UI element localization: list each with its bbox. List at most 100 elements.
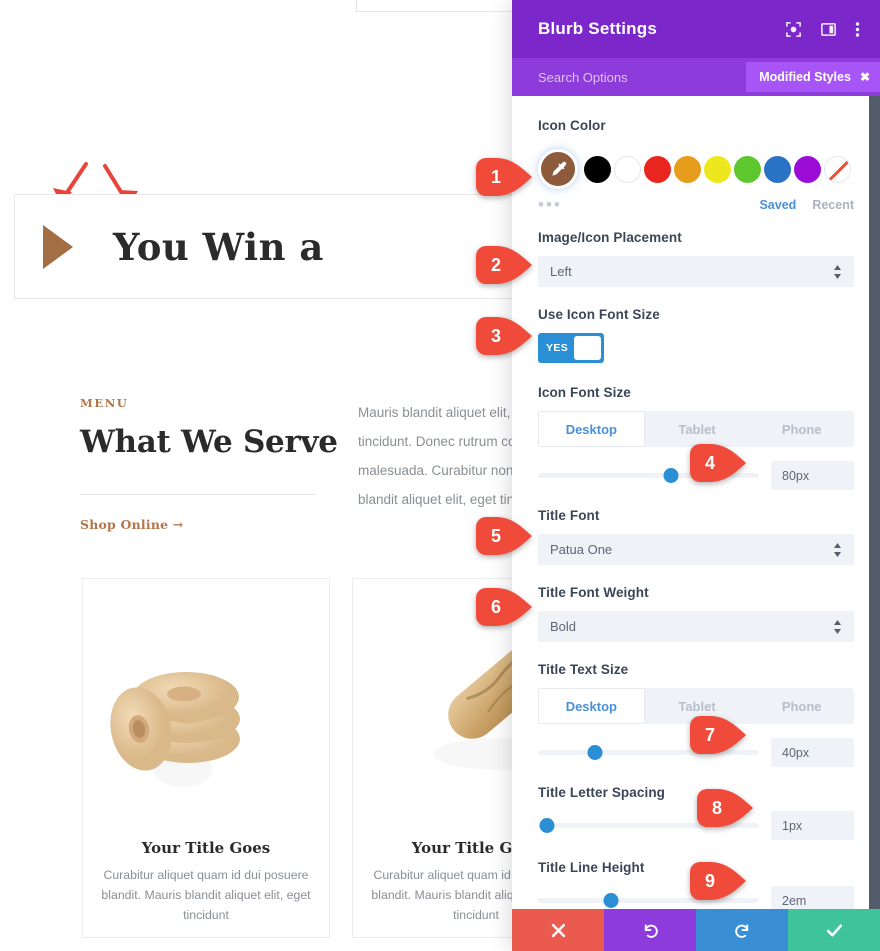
placement-select[interactable]: Left <box>538 256 854 287</box>
slider-knob[interactable] <box>539 818 555 833</box>
panel-title: Blurb Settings <box>538 19 657 38</box>
saved-colors-tab[interactable]: Saved <box>759 198 796 212</box>
field-label: Title Font <box>538 508 600 523</box>
callout-number: 7 <box>704 724 715 745</box>
slider-knob[interactable] <box>663 468 679 483</box>
placement-value: Left <box>550 264 572 279</box>
close-icon <box>551 923 565 937</box>
more-colors-icon[interactable]: ••• <box>538 196 562 213</box>
field-label: Title Text Size <box>538 662 629 677</box>
panel-body: Icon Color ••• Saved Recent Image/Icon P… <box>512 96 880 909</box>
undo-button[interactable] <box>604 909 696 951</box>
title-font-weight-value: Bold <box>550 619 577 634</box>
menu-eyebrow: MENU <box>80 396 129 410</box>
callout-pin-3: 3 <box>476 317 534 355</box>
bagels-photo <box>83 579 329 829</box>
card-description: Curabitur aliquet quam id dui posuere bl… <box>101 868 311 922</box>
callout-number: 6 <box>490 596 501 617</box>
toggle-knob <box>574 336 601 360</box>
callout-pin-4: 4 <box>690 444 748 482</box>
panel-scrollbar[interactable] <box>869 96 880 909</box>
palette-subrow: ••• Saved Recent <box>538 196 854 213</box>
color-swatch-green[interactable] <box>734 155 761 183</box>
use-icon-font-size-toggle[interactable]: YES <box>538 333 604 363</box>
redo-button[interactable] <box>696 909 788 951</box>
close-icon[interactable]: ✖ <box>860 70 870 84</box>
field-label: Use Icon Font Size <box>538 307 660 322</box>
slider-knob[interactable] <box>603 893 619 908</box>
panel-search-bar: Search Options Modified Styles ✖ <box>512 58 880 96</box>
blurb-title-preview: You Win a <box>113 224 324 269</box>
expand-icon[interactable] <box>785 21 802 38</box>
title-line-height-value[interactable]: 2em <box>771 886 854 909</box>
search-input[interactable]: Search Options <box>538 70 746 85</box>
callout-pin-6: 6 <box>476 588 534 626</box>
tab-tablet[interactable]: Tablet <box>645 411 750 447</box>
color-swatch-red[interactable] <box>644 155 671 183</box>
panel-header: Blurb Settings <box>512 0 880 58</box>
field-label: Icon Font Size <box>538 385 631 400</box>
card-title: Your Title Goes <box>141 839 271 857</box>
chevron-updown-icon <box>833 619 842 634</box>
more-vertical-icon[interactable] <box>855 21 860 38</box>
title-font-weight-select[interactable]: Bold <box>538 611 854 642</box>
field-title-letter-spacing: Title Letter Spacing 1px <box>538 785 854 840</box>
undo-icon <box>644 923 658 938</box>
color-swatch-yellow[interactable] <box>704 155 731 183</box>
callout-number: 8 <box>711 797 722 818</box>
color-swatch-blue[interactable] <box>764 155 791 183</box>
active-color-swatch[interactable] <box>538 149 578 189</box>
field-label: Icon Color <box>538 118 606 133</box>
product-card: Your Title Goes Curabitur aliquet quam i… <box>82 578 330 938</box>
triangle-play-icon <box>43 224 73 269</box>
tab-desktop[interactable]: Desktop <box>538 411 645 447</box>
slider-knob[interactable] <box>587 745 603 760</box>
color-swatch-orange[interactable] <box>674 155 701 183</box>
color-swatch-white[interactable] <box>614 155 641 183</box>
modified-styles-label: Modified Styles <box>759 70 851 84</box>
redo-icon <box>734 923 748 938</box>
layout-icon[interactable] <box>820 21 837 38</box>
field-icon-color: Icon Color ••• Saved Recent <box>538 118 854 213</box>
title-font-select[interactable]: Patua One <box>538 534 854 565</box>
chevron-updown-icon <box>833 264 842 279</box>
title-font-value: Patua One <box>550 542 613 557</box>
eyedropper-icon <box>551 161 566 176</box>
callout-pin-5: 5 <box>476 517 534 555</box>
callout-number: 9 <box>704 870 715 891</box>
callout-pin-9: 9 <box>690 862 748 900</box>
shop-online-link[interactable]: Shop Online → <box>80 517 345 532</box>
cancel-button[interactable] <box>512 909 604 951</box>
screenshot-root: You Win a MENU What We Serve Shop Online… <box>0 0 880 951</box>
tab-phone[interactable]: Phone <box>749 411 854 447</box>
field-title-font: Title Font Patua One <box>538 508 854 565</box>
callout-number: 4 <box>704 452 715 473</box>
callout-number: 5 <box>490 525 501 546</box>
toggle-label: YES <box>546 342 569 354</box>
field-title-font-weight: Title Font Weight Bold <box>538 585 854 642</box>
title-letter-spacing-slider-row: 1px <box>538 811 854 840</box>
title-text-size-value[interactable]: 40px <box>771 738 854 767</box>
field-image-icon-placement: Image/Icon Placement Left <box>538 230 854 287</box>
title-letter-spacing-value[interactable]: 1px <box>771 811 854 840</box>
callout-pin-1: 1 <box>476 158 534 196</box>
field-label: Title Letter Spacing <box>538 785 666 800</box>
callout-pin-8: 8 <box>697 789 755 827</box>
callout-number: 3 <box>490 325 501 346</box>
tab-desktop[interactable]: Desktop <box>538 688 645 724</box>
tab-phone[interactable]: Phone <box>749 688 854 724</box>
field-label: Image/Icon Placement <box>538 230 682 245</box>
color-swatch-purple[interactable] <box>794 155 821 183</box>
callout-number: 2 <box>490 254 501 275</box>
callout-pin-2: 2 <box>476 246 534 284</box>
chevron-updown-icon <box>833 542 842 557</box>
color-swatch-none[interactable] <box>824 155 851 183</box>
color-swatch-black[interactable] <box>584 155 611 183</box>
menu-text-block: MENU What We Serve Shop Online → <box>80 396 345 532</box>
icon-font-size-value[interactable]: 80px <box>771 461 854 490</box>
recent-colors-tab[interactable]: Recent <box>812 198 854 212</box>
modified-styles-badge[interactable]: Modified Styles ✖ <box>746 62 880 92</box>
save-button[interactable] <box>788 909 880 951</box>
menu-divider <box>80 494 316 495</box>
field-use-icon-font-size: Use Icon Font Size YES <box>538 307 854 363</box>
